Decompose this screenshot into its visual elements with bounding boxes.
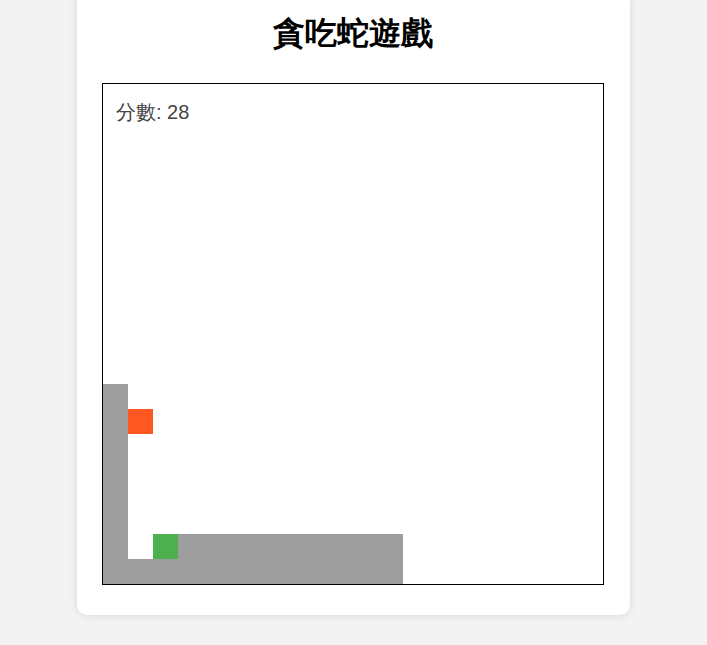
- snake-segment: [228, 559, 253, 584]
- snake-segment: [103, 509, 128, 534]
- snake-segment: [353, 559, 378, 584]
- snake-segment: [353, 534, 378, 559]
- snake-segment: [103, 534, 128, 559]
- snake-segment: [103, 484, 128, 509]
- snake-segment: [178, 534, 203, 559]
- snake-segment: [228, 534, 253, 559]
- snake-segment: [278, 534, 303, 559]
- snake-segment: [103, 409, 128, 434]
- snake-segment: [103, 384, 128, 409]
- snake-segment: [378, 559, 403, 584]
- snake-segment: [203, 559, 228, 584]
- score-label: 分數: 28: [116, 100, 189, 124]
- snake-head: [153, 534, 178, 559]
- snake-segment: [328, 534, 353, 559]
- snake-segment: [153, 559, 178, 584]
- snake-segment: [203, 534, 228, 559]
- snake-segment: [103, 559, 128, 584]
- game-title: 貪吃蛇遊戲: [273, 13, 433, 53]
- snake-segment: [303, 534, 328, 559]
- snake-segment: [378, 534, 403, 559]
- snake-segment: [103, 434, 128, 459]
- snake-segment: [128, 559, 153, 584]
- food: [128, 409, 153, 434]
- snake-segment: [328, 559, 353, 584]
- game-board[interactable]: 分數: 28: [102, 83, 604, 585]
- snake-segment: [253, 559, 278, 584]
- snake-segment: [278, 559, 303, 584]
- snake-segment: [103, 459, 128, 484]
- snake-segment: [178, 559, 203, 584]
- snake-segment: [253, 534, 278, 559]
- game-card: 貪吃蛇遊戲 分數: 28: [77, 0, 630, 615]
- snake-segment: [303, 559, 328, 584]
